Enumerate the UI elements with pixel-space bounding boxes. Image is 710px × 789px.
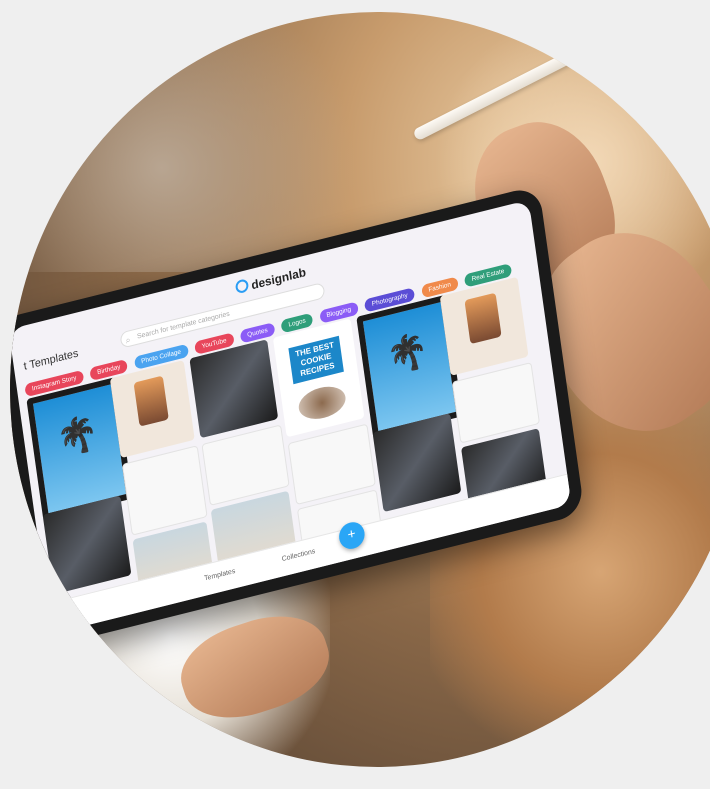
background-blur [10, 12, 390, 272]
cookie-template-title: THE BEST COOKIE RECIPES [288, 335, 344, 385]
template-tile[interactable] [372, 413, 462, 513]
template-tile[interactable] [121, 445, 208, 536]
template-tile[interactable] [42, 495, 132, 595]
template-tile[interactable] [109, 360, 195, 459]
tab-templates[interactable]: Templates [204, 568, 236, 583]
template-tile[interactable] [439, 276, 529, 376]
template-tile[interactable] [189, 339, 279, 439]
tab-collections[interactable]: Collections [281, 548, 315, 563]
photo-circle: designlab t Templates Search for templat… [10, 12, 710, 767]
designlab-logo-icon [234, 278, 250, 295]
template-tile[interactable]: THE BEST COOKIE RECIPES [272, 318, 365, 438]
